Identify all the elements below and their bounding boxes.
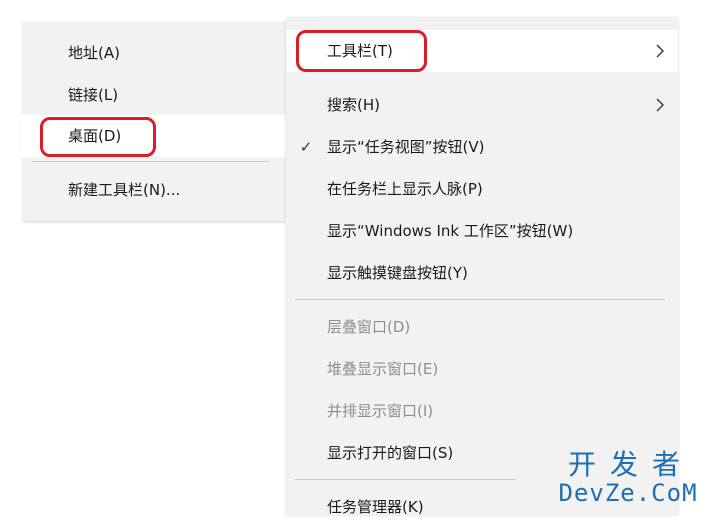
- menu-item-label: 显示“Windows Ink 工作区”按钮(W): [327, 222, 574, 240]
- menu-item-label: 堆叠显示窗口(E): [327, 360, 439, 378]
- submenu-item-label: 链接(L): [68, 86, 119, 104]
- menu-item-toolbars[interactable]: 工具栏(T): [286, 30, 678, 72]
- menu-item-touch-keyboard[interactable]: 显示触摸键盘按钮(Y): [286, 252, 678, 294]
- menu-item-label: 搜索(H): [327, 96, 380, 114]
- submenu-item-new-toolbar[interactable]: 新建工具栏(N)...: [22, 169, 286, 211]
- watermark: 开发者 DevZe.CoM: [553, 448, 703, 507]
- submenu-item-label: 桌面(D): [68, 127, 122, 145]
- taskbar-context-menu: 工具栏(T) 搜索(H) ✓ 显示“任务视图”按钮(V) 在任务栏上显示人脉(P…: [286, 18, 678, 516]
- chevron-right-icon: [656, 44, 664, 58]
- menu-item-windows-ink[interactable]: 显示“Windows Ink 工作区”按钮(W): [286, 210, 678, 252]
- watermark-chinese-text: 开发者: [567, 448, 694, 481]
- menu-item-cascade-windows: 层叠窗口(D): [286, 306, 678, 348]
- checkmark-icon: ✓: [299, 138, 313, 156]
- menu-item-label: 层叠窗口(D): [327, 318, 411, 336]
- menu-separator: [295, 479, 516, 480]
- menu-item-label: 显示“任务视图”按钮(V): [327, 138, 485, 156]
- menu-item-stacked-windows: 堆叠显示窗口(E): [286, 348, 678, 390]
- menu-item-label: 任务管理器(K): [327, 498, 424, 516]
- menu-separator: [295, 299, 665, 300]
- chevron-right-icon: [656, 98, 664, 112]
- submenu-item-label: 新建工具栏(N)...: [68, 181, 181, 199]
- menu-item-search[interactable]: 搜索(H): [286, 84, 678, 126]
- menu-item-label: 并排显示窗口(I): [327, 402, 434, 420]
- menu-item-label: 工具栏(T): [327, 42, 393, 60]
- toolbar-submenu: 地址(A) 链接(L) 桌面(D) 新建工具栏(N)...: [22, 22, 286, 221]
- menu-item-label: 显示打开的窗口(S): [327, 444, 454, 462]
- submenu-item-address[interactable]: 地址(A): [22, 32, 286, 74]
- menu-item-label: 显示触摸键盘按钮(Y): [327, 264, 468, 282]
- watermark-english-text: DevZe.CoM: [558, 479, 698, 507]
- menu-item-people[interactable]: 在任务栏上显示人脉(P): [286, 168, 678, 210]
- submenu-item-links[interactable]: 链接(L): [22, 74, 286, 116]
- submenu-item-desktop[interactable]: 桌面(D): [22, 115, 286, 157]
- menu-item-label: 在任务栏上显示人脉(P): [327, 180, 483, 198]
- menu-item-side-by-side-windows: 并排显示窗口(I): [286, 390, 678, 432]
- submenu-separator: [32, 161, 270, 162]
- submenu-item-label: 地址(A): [68, 44, 120, 62]
- menu-item-task-view[interactable]: ✓ 显示“任务视图”按钮(V): [286, 126, 678, 168]
